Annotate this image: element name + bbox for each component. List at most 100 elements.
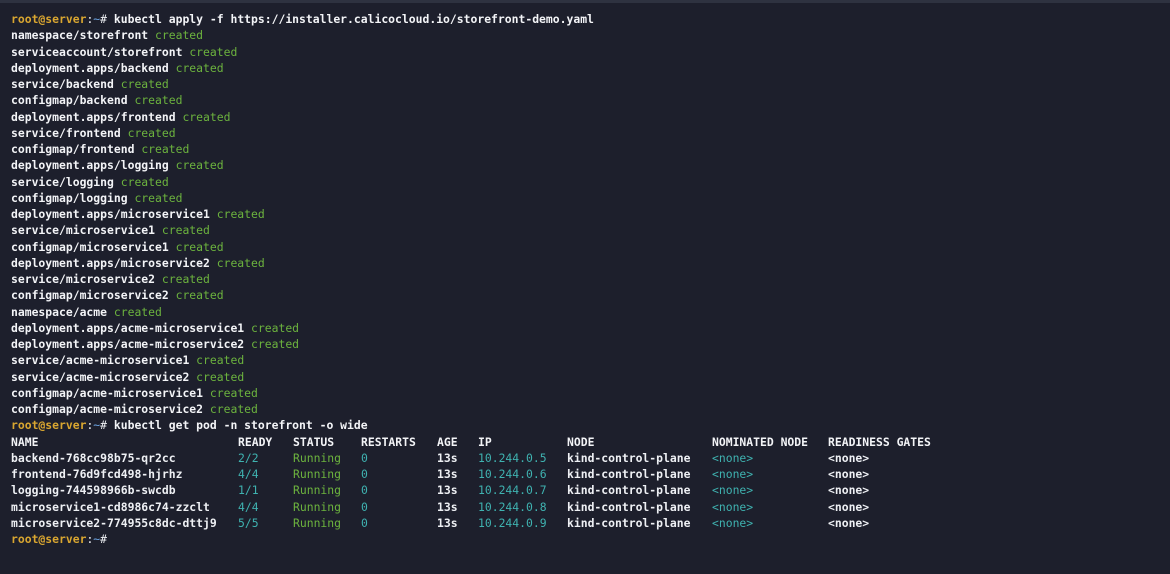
pod-node: kind-control-plane [567,467,691,481]
pod-node: kind-control-plane [567,499,691,514]
resource-name: deployment.apps/microservice2 [11,255,210,270]
pod-age: 13s [437,483,458,498]
pod-name: frontend-76d9fcd498-hjrhz [11,467,183,481]
pod-ip: 10.244.0.7 [478,483,547,498]
resource-name: namespace/acme [11,304,108,319]
terminal-window[interactable]: root@server:~# kubectl apply -f https://… [0,0,1170,574]
created-status: created [175,158,224,173]
command-line-get: root@server:~# kubectl get pod -n storef… [11,417,1170,433]
table-header-row: NAME READY STATUS RESTARTS AGE IP NODE N… [11,434,1170,450]
output-line: deployment.apps/acme-microservice1 creat… [11,320,1170,336]
header-name: NAME [11,434,39,449]
resource-name: service/logging [11,174,114,189]
output-line: service/microservice2 created [11,271,1170,287]
output-line: service/microservice1 created [11,222,1170,238]
output-line: deployment.apps/microservice1 created [11,206,1170,222]
output-line: deployment.apps/backend created [11,60,1170,76]
created-status: created [134,190,183,205]
pod-restarts: 0 [361,450,368,465]
pod-nominated-node: <none> [712,467,754,481]
header-restarts: RESTARTS [361,434,416,449]
header-node: NODE [567,434,595,449]
pod-name: logging-744598966b-swcdb [11,483,176,498]
pod-ip: 10.244.0.8 [478,499,547,514]
output-line: deployment.apps/microservice2 created [11,255,1170,271]
header-ip: IP [478,434,492,449]
apply-output: namespace/storefront created serviceaccou… [11,27,1170,417]
output-line: configmap/microservice1 created [11,239,1170,255]
resource-name: service/microservice2 [11,272,156,286]
output-line: configmap/microservice2 created [11,287,1170,303]
pod-ready: 2/2 [238,450,259,465]
command-line-current[interactable]: root@server:~# [11,531,1170,547]
pod-restarts: 0 [361,483,368,498]
pod-nominated-node: <none> [712,483,754,498]
created-status: created [209,402,258,416]
output-line: configmap/frontend created [11,141,1170,157]
created-status: created [196,369,245,384]
resource-name: serviceaccount/storefront [11,44,183,59]
resource-name: service/acme-microservice1 [11,353,190,368]
output-line: service/logging created [11,174,1170,190]
created-status: created [175,288,224,303]
pod-ready: 5/5 [238,515,259,530]
resource-name: deployment.apps/logging [11,158,169,173]
command-text: kubectl apply -f https://installer.calic… [113,12,594,26]
table-row: microservice1-cd8986c74-zzclt 4/4 Running 0… [11,499,1170,515]
created-status: created [196,353,245,368]
created-status: created [251,337,300,351]
output-line: namespace/acme created [11,304,1170,320]
pod-restarts: 0 [361,499,368,514]
resource-name: deployment.apps/acme-microservice1 [11,320,245,335]
created-status: created [209,385,258,400]
pod-readiness-gates: <none> [828,499,870,514]
pod-table: NAME READY STATUS RESTARTS AGE IP NODE N… [11,434,1170,532]
pod-readiness-gates: <none> [828,515,870,530]
created-status: created [161,272,210,286]
pod-node: kind-control-plane [567,483,691,498]
resource-name: deployment.apps/acme-microservice2 [11,337,245,351]
pod-readiness-gates: <none> [828,467,870,481]
command-text: kubectl get pod -n storefront -o wide [113,418,368,433]
output-line: deployment.apps/acme-microservice2 creat… [11,336,1170,352]
pod-node: kind-control-plane [567,515,691,530]
resource-name: service/frontend [11,125,121,140]
created-status: created [134,93,183,108]
pod-ip: 10.244.0.9 [478,515,547,530]
resource-name: service/acme-microservice2 [11,369,190,384]
resource-name: configmap/logging [11,190,128,205]
resource-name: deployment.apps/frontend [11,109,176,124]
pod-ip: 10.244.0.5 [478,450,547,465]
pod-ready: 4/4 [238,499,259,514]
table-row: frontend-76d9fcd498-hjrhz 4/4 Running 0 13s 1… [11,466,1170,482]
resource-name: service/microservice1 [11,223,156,238]
output-line: deployment.apps/frontend created [11,109,1170,125]
created-status: created [161,223,210,238]
created-status: created [189,44,238,59]
output-line: serviceaccount/storefront created [11,44,1170,60]
pod-restarts: 0 [361,467,368,481]
pod-status: Running [293,450,342,465]
pod-age: 13s [437,450,458,465]
pod-status: Running [293,515,342,530]
header-age: AGE [437,434,458,449]
pod-node: kind-control-plane [567,450,691,465]
prompt-symbol: # [100,418,114,433]
header-ready: READY [238,434,273,449]
pod-nominated-node: <none> [712,499,754,514]
pod-ready: 4/4 [238,467,259,481]
pod-age: 13s [437,499,458,514]
resource-name: configmap/microservice1 [11,239,169,254]
header-readiness-gates: READINESS GATES [828,434,931,449]
pod-restarts: 0 [361,515,368,530]
output-line: service/acme-microservice1 created [11,352,1170,368]
table-row: microservice2-774955c8dc-dttj9 5/5 Running… [11,515,1170,531]
created-status: created [113,304,162,319]
header-status: STATUS [293,434,335,449]
pod-status: Running [293,483,342,498]
resource-name: configmap/microservice2 [11,288,169,303]
created-status: created [182,109,231,124]
output-line: configmap/acme-microservice2 created [11,401,1170,417]
table-row: logging-744598966b-swcdb 1/1 Running 0 13s 10… [11,482,1170,498]
pod-nominated-node: <none> [712,450,754,465]
